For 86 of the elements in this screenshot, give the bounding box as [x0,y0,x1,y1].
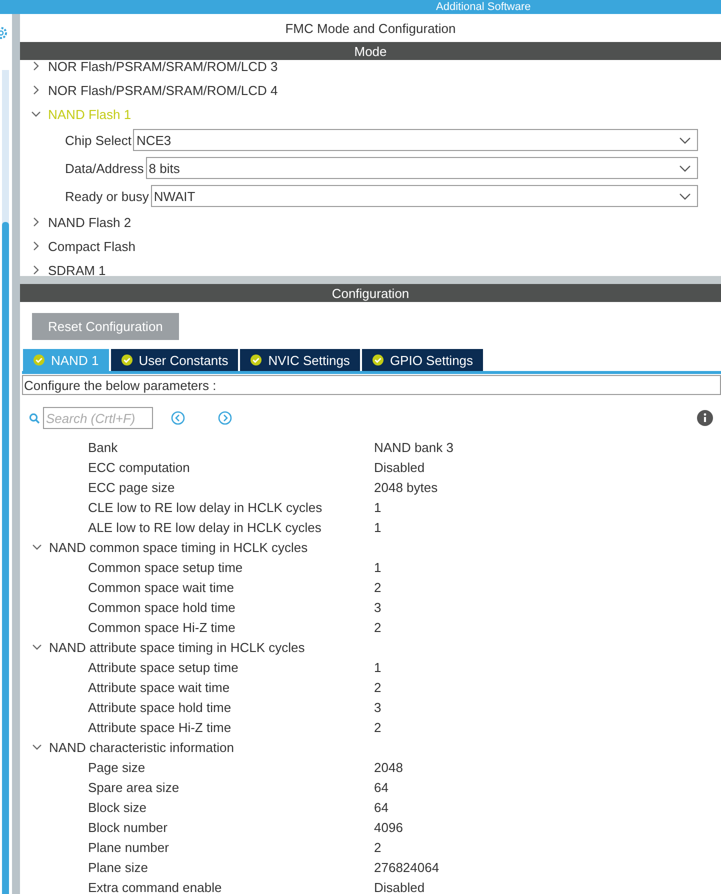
parameter-name: Plane size [88,860,148,874]
parameter-value[interactable]: 2048 [374,760,403,774]
parameter-value[interactable]: 276824064 [374,860,440,874]
parameter-name: CLE low to RE low delay in HCLK cycles [88,500,322,514]
check-circle-icon [120,354,133,366]
parameter-group[interactable]: NAND characteristic information [49,740,234,754]
chevron-down-icon[interactable] [32,744,42,750]
parameter-value[interactable]: 3 [374,600,382,614]
previous-icon[interactable] [171,411,185,425]
parameter-value[interactable]: 2 [374,840,382,854]
parameter-name: Page size [88,760,146,774]
parameter-value[interactable]: 2 [374,720,382,734]
chevron-right-icon[interactable] [31,241,41,251]
chevron-down-icon [679,192,691,200]
dropdown-field[interactable]: 8 bits [146,157,698,179]
parameter-value[interactable]: 1 [374,500,382,514]
tree-item[interactable]: NAND Flash 2 [48,214,132,230]
parameter-name: Attribute space wait time [88,680,230,694]
search-icon [29,412,40,424]
parameter-name: Attribute space setup time [88,660,238,674]
tree-item[interactable]: SDRAM 1 [48,262,106,276]
parameter-value[interactable]: 2 [374,680,382,694]
parameter-name: Common space setup time [88,560,243,574]
parameter-group[interactable]: NAND attribute space timing in HCLK cycles [49,640,305,654]
parameter-name: Block size [88,800,147,814]
parameter-name: ECC computation [88,460,190,474]
tree-item[interactable]: Compact Flash [48,238,136,254]
dropdown-field[interactable]: NCE3 [133,129,698,151]
parameter-name: Extra command enable [88,880,222,894]
parameter-name: ECC page size [88,480,175,494]
parameter-value[interactable]: 64 [374,800,388,814]
parameter-name: Spare area size [88,780,180,794]
check-circle-icon [33,354,45,366]
chevron-right-icon[interactable] [31,265,41,275]
field-label: Chip Select [65,132,132,148]
parameter-value[interactable]: 2048 bytes [374,480,438,494]
tree-item[interactable]: NOR Flash/PSRAM/SRAM/ROM/LCD 3 [48,58,278,74]
search-field[interactable]: Search (Crtl+F) [43,407,153,429]
chevron-right-icon[interactable] [31,85,41,95]
parameter-value[interactable]: 1 [374,520,382,534]
chevron-down-icon[interactable] [32,644,42,650]
tree-item[interactable]: NOR Flash/PSRAM/SRAM/ROM/LCD 4 [48,82,278,98]
tab[interactable]: User Constants [110,349,238,371]
parameter-name: ALE low to RE low delay in HCLK cycles [88,520,322,534]
parameter-name: Block number [88,820,168,834]
parameter-value[interactable]: 3 [374,700,382,714]
tab[interactable]: GPIO Settings [362,349,484,371]
parameter-name: Common space wait time [88,580,234,594]
gear-icon[interactable] [0,26,8,40]
parameter-value[interactable]: 1 [374,660,382,674]
chevron-down-icon [679,164,691,172]
check-circle-icon [250,354,262,366]
top-bar-title: Additional Software [436,1,531,13]
chevron-down-icon[interactable] [32,544,42,550]
dropdown-field[interactable]: NWAIT [150,185,698,207]
parameter-group[interactable]: NAND common space timing in HCLK cycles [49,540,308,554]
parameter-value[interactable]: Disabled [374,460,425,474]
scrollbar-track[interactable] [2,70,9,894]
parameter-name: Common space Hi-Z time [88,620,236,634]
parameter-value[interactable]: Disabled [374,880,425,894]
parameter-value[interactable]: NAND bank 3 [374,440,454,454]
parameter-name: Bank [88,440,118,454]
parameter-value[interactable]: 64 [374,780,388,794]
chevron-right-icon[interactable] [31,61,41,71]
chevron-down-icon[interactable] [31,111,41,117]
parameter-value[interactable]: 4096 [374,820,403,834]
panel-title: FMC Mode and Configuration [284,20,457,38]
tab[interactable]: NVIC Settings [240,349,360,371]
parameter-name: Attribute space Hi-Z time [88,720,232,734]
chevron-down-icon [679,136,691,144]
description-text: Configure the below parameters : [22,375,721,395]
check-circle-icon [372,354,384,366]
chevron-right-icon[interactable] [31,217,41,227]
parameter-value[interactable]: 1 [374,560,382,574]
mode-header: Mode [20,42,721,60]
parameter-name: Attribute space hold time [88,700,232,714]
parameter-name: Common space hold time [88,600,236,614]
field-label: Ready or busy [65,188,149,204]
scrollbar-thumb[interactable] [2,222,9,894]
parameter-value[interactable]: 2 [374,620,382,634]
info-icon[interactable] [697,410,713,426]
parameter-name: Plane number [88,840,169,854]
configuration-header: Configuration [20,284,721,302]
next-icon[interactable] [218,411,232,425]
field-label: Data/Address [65,160,144,176]
parameter-value[interactable]: 2 [374,580,382,594]
